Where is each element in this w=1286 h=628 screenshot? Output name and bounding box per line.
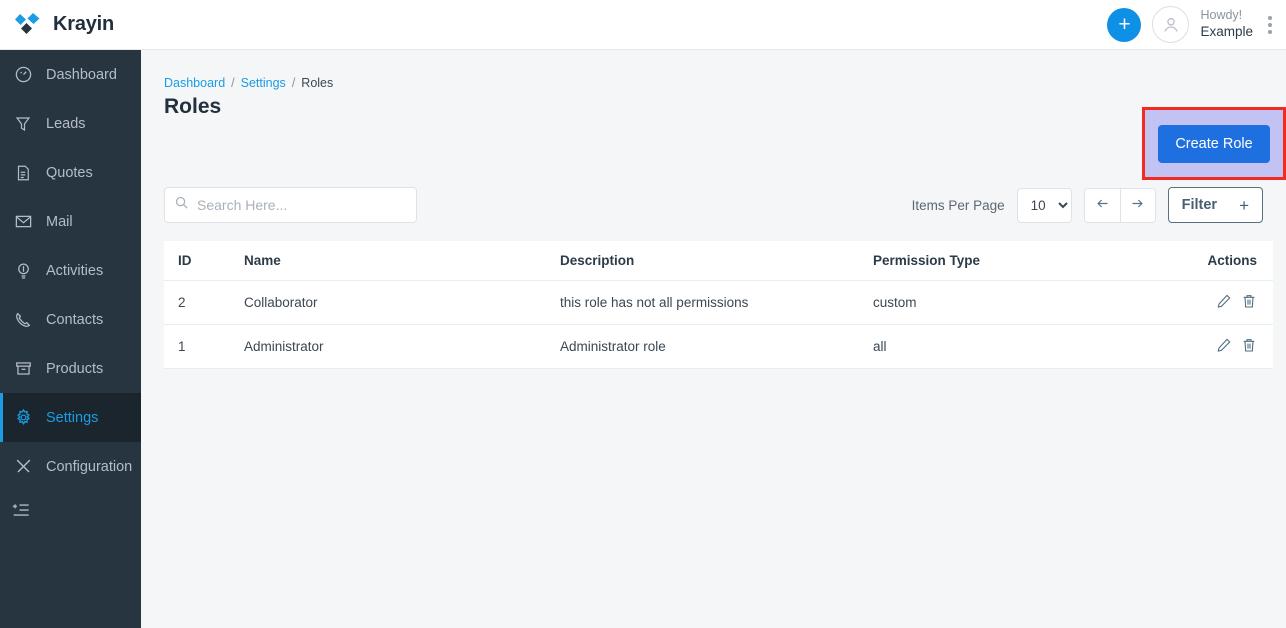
breadcrumb-item-dashboard[interactable]: Dashboard <box>164 76 225 90</box>
header-actions: + Howdy! Example <box>1107 6 1286 43</box>
sidebar-item-label: Leads <box>46 115 86 132</box>
cell-name: Administrator <box>244 324 560 369</box>
speedometer-icon <box>12 64 34 86</box>
user-avatar-icon <box>1164 17 1178 32</box>
krayin-diamond-logo-icon <box>14 12 44 38</box>
table-head: ID Name Description Permission Type Acti… <box>164 241 1273 281</box>
cell-permission-type: custom <box>873 280 1203 325</box>
box-icon <box>12 358 34 380</box>
sidebar-item-label: Configuration <box>46 458 133 475</box>
roles-table: ID Name Description Permission Type Acti… <box>164 241 1273 369</box>
main-content: Dashboard / Settings / Roles Roles Creat… <box>141 50 1286 628</box>
sidebar-item-quotes[interactable]: Quotes <box>0 148 141 197</box>
sidebar-item-mail[interactable]: Mail <box>0 197 141 246</box>
breadcrumb-separator: / <box>231 76 235 90</box>
items-per-page-label: Items Per Page <box>911 197 1005 213</box>
next-page-button[interactable] <box>1119 188 1155 222</box>
previous-page-button[interactable] <box>1084 188 1120 222</box>
sidebar-item-label: Activities <box>46 262 104 279</box>
column-header-name[interactable]: Name <box>244 241 560 281</box>
brand[interactable]: Krayin <box>14 12 142 38</box>
trash-icon[interactable] <box>1241 293 1257 309</box>
user-menu[interactable]: Howdy! Example <box>1200 8 1253 41</box>
sidebar-item-activities[interactable]: Activities <box>0 246 141 295</box>
roles-table-card: ID Name Description Permission Type Acti… <box>164 241 1273 369</box>
add-button[interactable]: + <box>1107 7 1142 42</box>
funnel-icon <box>12 113 34 135</box>
filter-button-label: Filter <box>1181 197 1218 213</box>
table-body: 2 Collaborator this role has not all per… <box>164 280 1273 369</box>
lightbulb-icon <box>12 260 34 282</box>
table-toolbar: Items Per Page 10 <box>164 187 1263 223</box>
search-input[interactable] <box>164 187 417 223</box>
sidebar-item-contacts[interactable]: Contacts <box>0 295 141 344</box>
cell-permission-type: all <box>873 324 1203 369</box>
sidebar-item-label: Products <box>46 360 104 377</box>
create-role-button[interactable]: Create Role <box>1158 124 1270 163</box>
sidebar-item-dashboard[interactable]: Dashboard <box>0 50 141 99</box>
create-role-highlight: Create Role <box>1142 107 1286 180</box>
user-name: Example <box>1200 23 1253 39</box>
breadcrumb-separator: / <box>291 76 296 90</box>
document-icon <box>12 162 34 184</box>
column-header-actions: Actions <box>1203 241 1273 281</box>
trash-icon[interactable] <box>1241 337 1257 353</box>
column-header-description[interactable]: Description <box>560 241 873 281</box>
sidebar-item-label: Quotes <box>46 164 93 181</box>
sidebar-item-configuration[interactable]: Configuration <box>0 442 141 491</box>
pencil-icon[interactable] <box>1216 293 1232 309</box>
cell-description: this role has not all permissions <box>560 280 873 325</box>
search-box <box>164 187 417 223</box>
sidebar-item-label: Settings <box>46 409 99 426</box>
sidebar: Dashboard Leads Quotes Mail Activities C… <box>0 50 141 628</box>
sidebar-collapse-toggle[interactable] <box>0 491 141 535</box>
envelope-icon <box>12 211 34 233</box>
cell-actions <box>1203 280 1273 325</box>
cell-id: 1 <box>164 324 244 369</box>
breadcrumb-item-settings[interactable]: Settings <box>241 76 286 90</box>
cell-description: Administrator role <box>560 324 873 369</box>
plus-icon: + <box>1239 195 1249 215</box>
table-header-row: ID Name Description Permission Type Acti… <box>164 241 1273 281</box>
filter-button[interactable]: Filter + <box>1167 187 1263 223</box>
pagination <box>1083 187 1156 223</box>
arrow-left-icon <box>1094 196 1111 214</box>
sidebar-item-leads[interactable]: Leads <box>0 99 141 148</box>
table-row[interactable]: 2 Collaborator this role has not all per… <box>164 280 1273 325</box>
avatar[interactable] <box>1152 6 1190 43</box>
sidebar-item-settings[interactable]: Settings <box>0 393 141 442</box>
cell-actions <box>1203 324 1273 369</box>
page-title: Roles <box>164 95 222 118</box>
kebab-menu-icon[interactable] <box>1264 10 1278 40</box>
toolbar-right: Items Per Page 10 Filter + <box>912 187 1263 223</box>
brand-name: Krayin <box>53 13 115 35</box>
phone-icon <box>12 309 34 331</box>
sidebar-item-products[interactable]: Products <box>0 344 141 393</box>
greeting-text: Howdy! <box>1200 8 1243 23</box>
sidebar-item-label: Dashboard <box>46 66 117 83</box>
sidebar-item-label: Mail <box>46 213 73 230</box>
tools-icon <box>12 456 34 478</box>
plus-icon: + <box>1118 13 1131 36</box>
sidebar-item-label: Contacts <box>46 311 104 328</box>
top-header: Krayin + Howdy! Example <box>0 0 1286 50</box>
breadcrumb-item-roles: Roles <box>301 76 334 90</box>
column-header-id[interactable]: ID <box>164 241 244 281</box>
pencil-icon[interactable] <box>1216 337 1232 353</box>
breadcrumb: Dashboard / Settings / Roles <box>141 50 1286 90</box>
table-row[interactable]: 1 Administrator Administrator role all <box>164 324 1273 369</box>
column-header-permission-type[interactable]: Permission Type <box>873 241 1203 281</box>
sidebar-collapse-icon <box>12 502 32 524</box>
cell-id: 2 <box>164 280 244 325</box>
items-per-page-select[interactable]: 10 <box>1016 187 1072 223</box>
gear-icon <box>12 407 34 429</box>
arrow-right-icon <box>1129 196 1146 214</box>
cell-name: Collaborator <box>244 280 560 325</box>
